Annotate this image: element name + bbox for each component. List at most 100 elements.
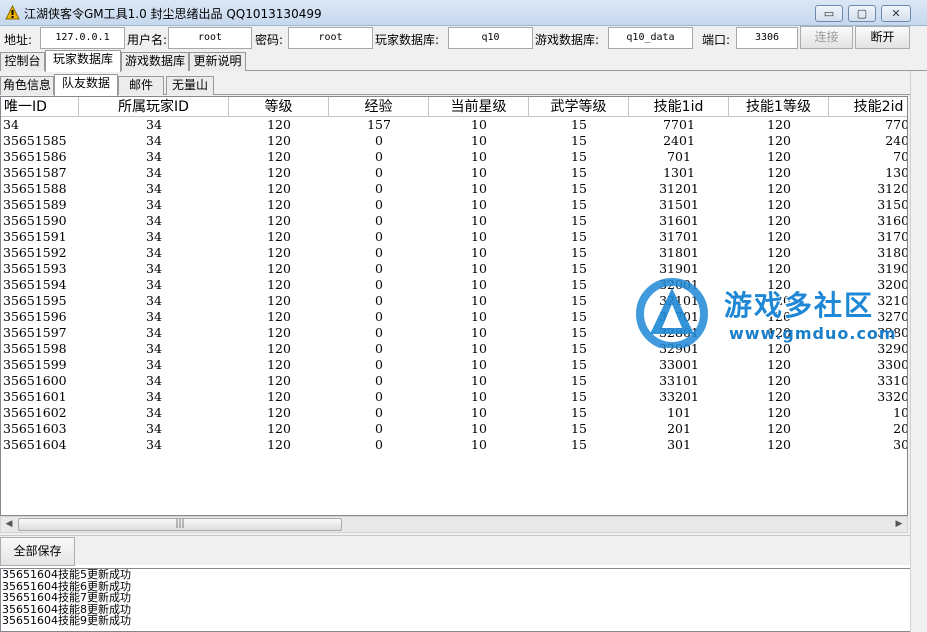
tab-game-db[interactable]: 游戏数据库 — [121, 52, 189, 71]
table-cell[interactable]: 120 — [729, 437, 829, 453]
table-cell[interactable]: 120 — [229, 373, 329, 389]
table-row[interactable]: 3565159034120010153160112031602 — [1, 213, 907, 229]
table-cell[interactable]: 15 — [529, 309, 629, 325]
table-cell[interactable]: 34 — [79, 405, 229, 421]
table-cell[interactable]: 0 — [329, 181, 429, 197]
table-cell[interactable]: 31602 — [829, 213, 907, 229]
table-cell[interactable]: 0 — [329, 437, 429, 453]
table-cell[interactable]: 33102 — [829, 373, 907, 389]
table-cell[interactable]: 35651600 — [1, 373, 79, 389]
table-cell[interactable]: 120 — [229, 213, 329, 229]
table-cell[interactable]: 34 — [79, 213, 229, 229]
table-cell[interactable]: 10 — [429, 277, 529, 293]
table-cell[interactable]: 32002 — [829, 277, 907, 293]
table-cell[interactable]: 34 — [79, 357, 229, 373]
table-cell[interactable]: 2402 — [829, 133, 907, 149]
table-cell[interactable]: 120 — [729, 181, 829, 197]
tab-changelog[interactable]: 更新说明 — [189, 52, 246, 71]
connect-button[interactable]: 连接 — [800, 26, 853, 49]
table-cell[interactable]: 120 — [229, 421, 329, 437]
table-cell[interactable]: 34 — [79, 181, 229, 197]
maximize-button[interactable]: ▢ — [848, 5, 876, 22]
table-cell[interactable]: 35651589 — [1, 197, 79, 213]
table-cell[interactable]: 10 — [429, 117, 529, 133]
column-header[interactable]: 技能1等级 — [729, 97, 829, 117]
table-cell[interactable]: 0 — [329, 133, 429, 149]
table-cell[interactable]: 10 — [429, 133, 529, 149]
table-cell[interactable]: 120 — [229, 389, 329, 405]
table-cell[interactable]: 31201 — [629, 181, 729, 197]
table-cell[interactable]: 120 — [229, 405, 329, 421]
user-input[interactable]: root — [168, 27, 252, 49]
table-cell[interactable]: 102 — [829, 405, 907, 421]
table-cell[interactable]: 34 — [79, 133, 229, 149]
table-row[interactable]: 3565159434120010153200112032002 — [1, 277, 907, 293]
table-cell[interactable]: 35651603 — [1, 421, 79, 437]
table-cell[interactable]: 301 — [629, 437, 729, 453]
table-row[interactable]: 3565160034120010153310112033102 — [1, 373, 907, 389]
teammate-data-grid[interactable]: 唯一ID 所属玩家ID 等级 经验 当前星级 武学等级 技能1id 技能1等级 技能2id 34… — [0, 96, 908, 516]
table-cell[interactable]: 10 — [429, 325, 529, 341]
table-row[interactable]: 3565160134120010153320112033202 — [1, 389, 907, 405]
table-cell[interactable]: 34 — [79, 421, 229, 437]
column-header[interactable]: 唯一ID — [1, 97, 79, 117]
table-cell[interactable]: 120 — [229, 309, 329, 325]
table-cell[interactable]: 32801 — [629, 325, 729, 341]
table-cell[interactable]: 0 — [329, 341, 429, 357]
table-cell[interactable]: 120 — [229, 133, 329, 149]
table-cell[interactable]: 34 — [79, 149, 229, 165]
table-cell[interactable]: 120 — [729, 245, 829, 261]
table-cell[interactable]: 35651599 — [1, 357, 79, 373]
table-cell[interactable]: 0 — [329, 309, 429, 325]
table-cell[interactable]: 34 — [79, 165, 229, 181]
table-row[interactable]: 3565159334120010153190112031902 — [1, 261, 907, 277]
table-row[interactable]: 3565159234120010153180112031802 — [1, 245, 907, 261]
table-cell[interactable]: 120 — [229, 341, 329, 357]
table-cell[interactable]: 31502 — [829, 197, 907, 213]
table-cell[interactable]: 120 — [729, 341, 829, 357]
table-cell[interactable]: 120 — [229, 437, 329, 453]
table-row[interactable]: 356515863412001015701120702 — [1, 149, 907, 165]
table-cell[interactable]: 120 — [229, 181, 329, 197]
table-cell[interactable]: 120 — [229, 293, 329, 309]
table-cell[interactable]: 0 — [329, 389, 429, 405]
table-cell[interactable]: 34 — [79, 197, 229, 213]
table-cell[interactable]: 0 — [329, 421, 429, 437]
table-cell[interactable]: 101 — [629, 405, 729, 421]
table-cell[interactable]: 120 — [729, 149, 829, 165]
table-cell[interactable]: 35651595 — [1, 293, 79, 309]
table-cell[interactable]: 34 — [79, 293, 229, 309]
table-cell[interactable]: 120 — [729, 389, 829, 405]
table-cell[interactable]: 15 — [529, 133, 629, 149]
table-cell[interactable]: 15 — [529, 165, 629, 181]
table-cell[interactable]: 32101 — [629, 293, 729, 309]
column-header[interactable]: 当前星级 — [429, 97, 529, 117]
table-cell[interactable]: 31902 — [829, 261, 907, 277]
table-row[interactable]: 3565159634120010153270112032702 — [1, 309, 907, 325]
table-cell[interactable]: 32001 — [629, 277, 729, 293]
table-cell[interactable]: 10 — [429, 389, 529, 405]
table-cell[interactable]: 15 — [529, 261, 629, 277]
table-cell[interactable]: 34 — [79, 325, 229, 341]
table-cell[interactable]: 32901 — [629, 341, 729, 357]
table-cell[interactable]: 10 — [429, 213, 529, 229]
table-cell[interactable]: 15 — [529, 117, 629, 133]
table-cell[interactable]: 32902 — [829, 341, 907, 357]
table-cell[interactable]: 10 — [429, 421, 529, 437]
table-cell[interactable]: 35651602 — [1, 405, 79, 421]
table-cell[interactable]: 33202 — [829, 389, 907, 405]
table-cell[interactable]: 33001 — [629, 357, 729, 373]
table-cell[interactable]: 1301 — [629, 165, 729, 181]
table-cell[interactable]: 15 — [529, 197, 629, 213]
table-cell[interactable]: 35651594 — [1, 277, 79, 293]
table-cell[interactable]: 10 — [429, 197, 529, 213]
table-row[interactable]: 35651585341200101524011202402 — [1, 133, 907, 149]
table-cell[interactable]: 120 — [229, 149, 329, 165]
table-cell[interactable]: 701 — [629, 149, 729, 165]
table-cell[interactable]: 7701 — [629, 117, 729, 133]
table-cell[interactable]: 15 — [529, 277, 629, 293]
table-row[interactable]: 3565159734120010153280112032802 — [1, 325, 907, 341]
table-cell[interactable]: 35651585 — [1, 133, 79, 149]
log-output[interactable]: 35651604技能5更新成功 35651604技能6更新成功 35651604… — [0, 568, 912, 632]
address-input[interactable]: 127.0.0.1 — [40, 27, 125, 49]
